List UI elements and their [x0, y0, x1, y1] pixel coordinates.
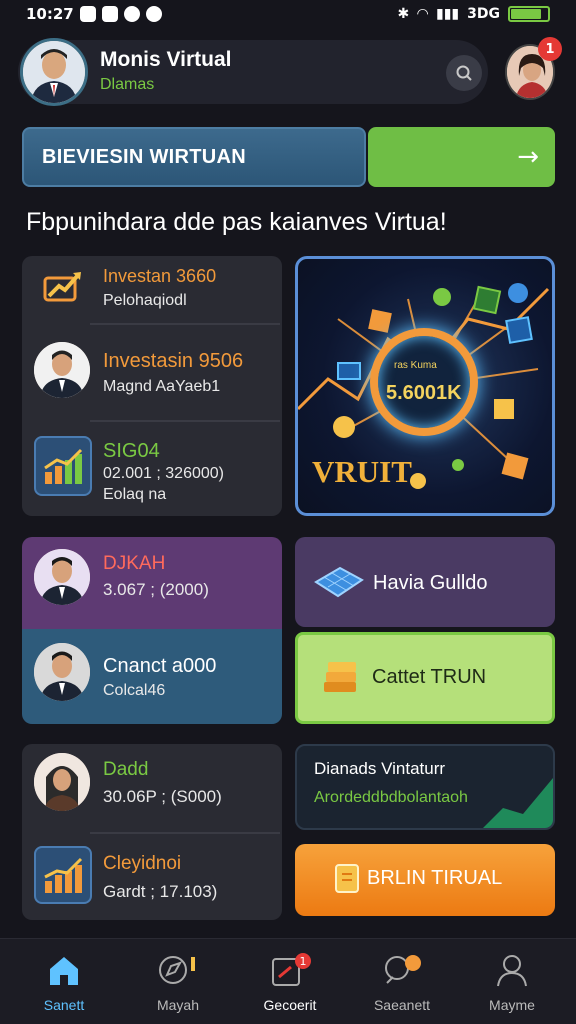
- nav-label: Mayme: [489, 997, 535, 1013]
- person-avatar[interactable]: [34, 643, 90, 701]
- battery-icon: [508, 6, 550, 22]
- chart-arrow-icon: [36, 266, 88, 310]
- profile-name: Monis Virtual: [100, 48, 232, 71]
- contact-detail: 30.06P ; (S000): [103, 787, 222, 806]
- profile-header[interactable]: [18, 40, 488, 104]
- nav-wallet[interactable]: 1 Gecoerit: [240, 953, 340, 1013]
- status-bar: 10:27 ✱ ◠ ▮▮▮ 3DG: [0, 0, 576, 28]
- app-icon: [101, 6, 118, 22]
- nav-profile[interactable]: Mayme: [462, 953, 562, 1013]
- list-item-subtitle: 02.001 ; 326000): [103, 465, 224, 482]
- cta-label: Cattet TRUN: [372, 666, 487, 688]
- divider: [90, 420, 280, 422]
- contact-name: Cnanct a000: [103, 655, 217, 677]
- bluetooth-icon: ✱: [397, 6, 410, 22]
- list-item-title: Investan 3660: [103, 266, 217, 286]
- status-time: 10:27: [26, 5, 74, 23]
- location-icon: [145, 6, 162, 22]
- list-item-subtitle: Pelohaqiodl: [103, 292, 187, 309]
- contact-name: Dadd: [103, 759, 149, 780]
- document-icon: [334, 862, 360, 898]
- contact-detail: 3.067 ; (2000): [103, 580, 209, 599]
- list-item-subtitle: Magnd AaYaeb1: [103, 378, 221, 395]
- banner-go-button[interactable]: →: [368, 127, 555, 187]
- profile-icon: [497, 955, 527, 987]
- home-icon: [50, 957, 78, 985]
- search-button[interactable]: [446, 55, 482, 91]
- grid-board-icon: [312, 562, 364, 606]
- info-card-subtitle: Arordeddbdbolantaoh: [314, 789, 468, 806]
- arrow-right-icon: →: [517, 142, 539, 172]
- nav-label: Gecoerit: [263, 997, 317, 1013]
- user-avatar[interactable]: [20, 38, 88, 106]
- compass-icon: [159, 956, 195, 984]
- contact-name: DJKAH: [103, 553, 166, 574]
- nav-label: Saeanett: [373, 997, 431, 1013]
- notification-icon: [79, 6, 96, 22]
- nav-explore[interactable]: Mayah: [128, 953, 228, 1013]
- wave-decoration: [483, 778, 553, 828]
- wallet-icon: 1: [272, 953, 311, 986]
- contact-detail: Gardt ; 17.103): [103, 882, 218, 901]
- person-avatar[interactable]: [34, 342, 90, 398]
- chat-icon: [385, 955, 421, 984]
- profile-subtitle: Dlamas: [100, 76, 155, 93]
- section-title: Fbpunihdara dde pas kaianves Virtua!: [26, 208, 447, 236]
- search-icon: [456, 65, 472, 81]
- coin-stack-icon: [320, 656, 360, 700]
- nav-chat[interactable]: Saeanett: [352, 953, 452, 1013]
- contact-name: Cleyidnoi: [103, 853, 182, 874]
- action-button-label: BRLIN TIRUAL: [367, 867, 503, 889]
- list-item-caption: Eolaq na: [103, 486, 167, 503]
- divider: [90, 832, 280, 834]
- notification-badge: 1: [538, 37, 562, 61]
- person-avatar[interactable]: [34, 549, 90, 605]
- list-item-title: SIG04: [103, 440, 160, 462]
- list-item-title: Investasin 9506: [103, 350, 244, 372]
- promo-brand: VRUIT: [312, 454, 412, 489]
- nav-badge: 1: [300, 955, 307, 968]
- virtual-info-card[interactable]: [295, 744, 555, 830]
- bottom-navigation: Sanett Mayah 1 Gecoerit Saeanett Mayme: [0, 938, 576, 1024]
- nav-label: Mayah: [156, 997, 200, 1013]
- growth-chart-icon: [34, 436, 92, 496]
- info-card-title: Dianads Vintaturr: [314, 759, 446, 778]
- ring-caption: ras Kuma: [394, 360, 437, 371]
- banner-label: BIEVIESIN WIRTUAN: [42, 146, 246, 168]
- trend-chart-icon: [34, 846, 92, 904]
- nav-home[interactable]: Sanett: [14, 953, 114, 1013]
- ring-value: 5.6001K: [386, 382, 462, 404]
- signal-icon: ▮▮▮: [436, 6, 460, 22]
- virtual-banner-button[interactable]: BIEVIESIN WIRTUAN: [22, 127, 366, 187]
- divider: [90, 323, 280, 325]
- nav-label: Sanett: [43, 997, 85, 1013]
- network-label: 3DG: [467, 6, 500, 22]
- contact-detail: Colcal46: [103, 682, 166, 699]
- wifi-icon: ◠: [417, 6, 429, 22]
- guide-label: Havia Gulldo: [373, 572, 488, 594]
- person-avatar[interactable]: [34, 753, 90, 811]
- chat-app-icon: [123, 6, 140, 22]
